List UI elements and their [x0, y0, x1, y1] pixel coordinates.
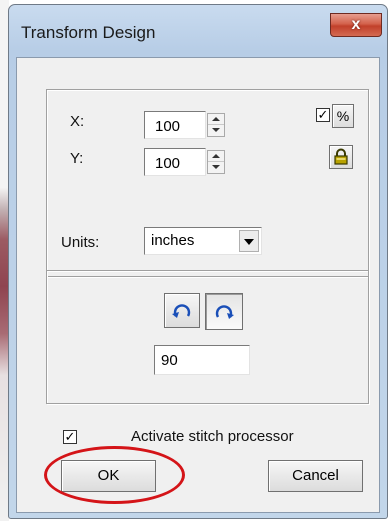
scale-group: X: 100 Y: 100 ✓ % Units: inches — [46, 89, 369, 277]
rotation-angle-input[interactable]: 90 — [154, 345, 250, 375]
y-label: Y: — [70, 150, 84, 167]
x-label: X: — [70, 113, 85, 130]
rotate-counterclockwise-icon — [172, 304, 191, 318]
dropdown-arrow-button[interactable] — [239, 230, 259, 252]
cancel-button-label: Cancel — [292, 467, 339, 484]
cancel-button[interactable]: Cancel — [268, 460, 363, 492]
percent-label: % — [336, 108, 350, 124]
units-label: Units: — [61, 234, 100, 251]
percent-checkbox[interactable]: ✓ — [316, 108, 330, 122]
spin-up-icon[interactable] — [208, 151, 224, 162]
activate-stitch-processor-checkbox[interactable]: ✓ — [63, 430, 77, 444]
percent-toggle-button[interactable]: % — [332, 104, 354, 128]
dialog-content: X: 100 Y: 100 ✓ % Units: inches 90 ✓ Act… — [16, 57, 380, 513]
y-scale-spinner[interactable] — [207, 150, 225, 174]
rotate-counterclockwise-button[interactable] — [164, 293, 200, 328]
rotate-clockwise-button[interactable] — [205, 293, 243, 330]
units-selected-value: inches — [151, 232, 195, 249]
padlock-icon — [334, 148, 348, 165]
rotate-group: 90 — [46, 270, 369, 404]
x-scale-input[interactable]: 100 — [144, 111, 206, 139]
spin-down-icon[interactable] — [208, 125, 224, 136]
ok-highlight-annotation — [44, 446, 185, 504]
transform-design-dialog: Transform Design x X: 100 Y: 100 ✓ % Uni… — [8, 4, 388, 519]
x-scale-spinner[interactable] — [207, 113, 225, 137]
y-scale-input[interactable]: 100 — [144, 148, 206, 176]
units-dropdown[interactable]: inches — [144, 227, 262, 255]
spin-down-icon[interactable] — [208, 162, 224, 173]
dialog-title: Transform Design — [21, 23, 156, 42]
spin-up-icon[interactable] — [208, 114, 224, 125]
chevron-down-icon — [244, 239, 254, 245]
lock-aspect-button[interactable] — [329, 145, 353, 169]
activate-stitch-processor-label: Activate stitch processor — [131, 428, 294, 445]
close-icon: x — [351, 16, 361, 33]
rotate-clockwise-icon — [215, 305, 234, 319]
close-button[interactable]: x — [330, 13, 382, 37]
